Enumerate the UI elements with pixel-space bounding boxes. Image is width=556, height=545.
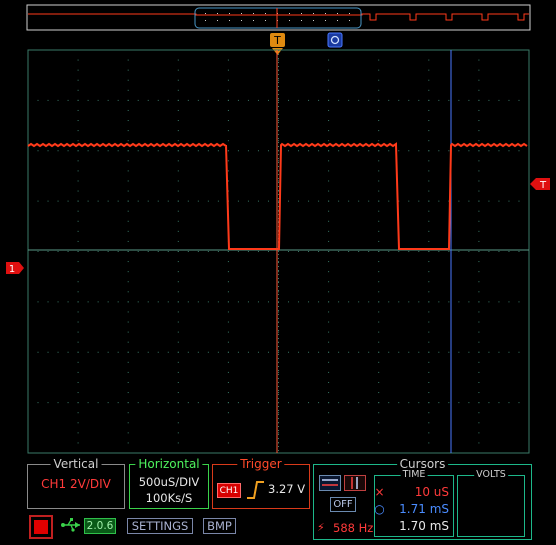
frequency-icon: ⚡ [317,521,325,534]
ground-marker-label: 1 [9,264,15,275]
scope-display: T 1 T [6,4,550,454]
cursor-b-marker[interactable] [327,32,343,48]
frequency-value: 588 Hz [333,521,374,535]
volts-title: VOLTS [474,469,508,481]
time-title: TIME [400,469,428,481]
trigger-title: Trigger [237,457,285,471]
overview-trace [28,13,529,21]
graticule [27,49,530,454]
vertical-scale[interactable]: CH1 2V/DIV [28,477,124,491]
run-stop-button[interactable] [29,515,53,539]
stop-icon [34,520,48,534]
ch1-ground-marker[interactable]: 1 [6,262,24,275]
oscilloscope-screen: T 1 T Vertical CH1 2V/DIV Horizontal 500… [0,0,556,545]
bmp-button[interactable]: BMP [203,518,236,534]
firmware-version-badge: 2.0.6 [84,518,116,534]
vertical-panel[interactable]: Vertical CH1 2V/DIV [27,457,125,509]
trigger-channel-badge[interactable]: CH1 [217,483,241,498]
usb-icon [61,518,80,532]
trigger-panel[interactable]: Trigger CH1 3.27 V [212,457,310,509]
volts-cursor-readout: VOLTS [457,469,525,537]
samplerate-value: 100Ks/S [145,491,193,505]
settings-button[interactable]: SETTINGS [127,518,193,534]
trigger-level-marker[interactable]: T [530,178,550,191]
cursor-a-time: 10 uS [414,485,449,499]
cursors-off-button[interactable]: OFF [330,497,356,512]
vertical-cursors-button[interactable] [344,475,366,491]
trigger-level-value[interactable]: 3.27 V [268,482,305,496]
timebase-value[interactable]: 500uS/DIV [130,475,208,489]
horizontal-title: Horizontal [135,457,203,471]
cursor-b-time: 1.71 mS [399,502,449,516]
delta-time: 1.70 mS [399,519,449,533]
cursor-b-icon: ○ [374,502,385,516]
cursors-panel: Cursors OFF ⚡ 588 Hz TIME × 10 uS ○ 1.71… [313,457,532,540]
rising-edge-icon[interactable] [245,479,265,501]
horizontal-panel[interactable]: Horizontal 500uS/DIV 100Ks/S [129,457,209,509]
overview-strip[interactable] [26,4,531,31]
horizontal-cursors-icon [322,479,338,486]
overview-window[interactable] [194,7,362,29]
trigger-level-label: T [539,180,547,191]
trigger-marker-label: T [273,34,281,47]
time-cursor-readout: TIME × 10 uS ○ 1.71 mS 1.70 mS [374,469,454,537]
horizontal-cursors-button[interactable] [319,475,341,491]
vertical-title: Vertical [50,457,102,471]
cursor-a-icon: × [374,485,385,499]
vertical-cursors-icon [351,477,358,489]
